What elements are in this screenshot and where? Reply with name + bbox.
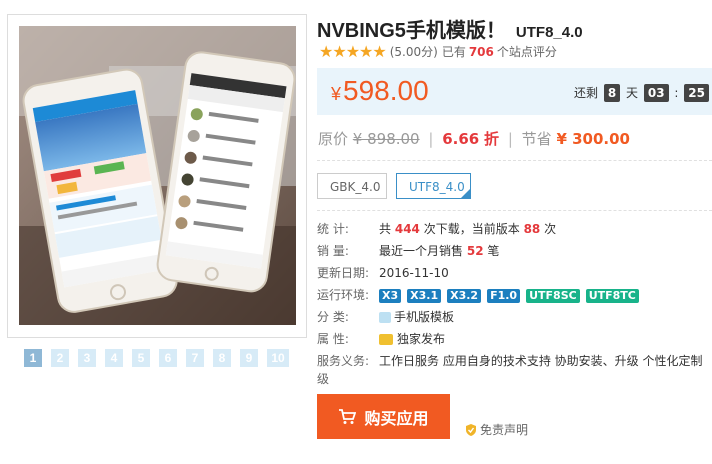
- save-label: 节省: [521, 130, 552, 148]
- stats-value: 共 444 次下载，当前版本 88 次: [379, 218, 556, 240]
- discount-value: 6.66: [442, 130, 480, 148]
- version-download-count: 88: [523, 222, 541, 236]
- price-compare-row: 原价 ¥ 898.00 | 6.66 折 | 节省 ¥ 300.00: [318, 128, 630, 149]
- orig-price-label: 原价: [318, 130, 349, 148]
- category-row: 分 类: 手机版模板: [317, 306, 712, 328]
- disclaimer-link[interactable]: 免责声明: [465, 421, 528, 438]
- stats-post: 次: [544, 222, 557, 236]
- tag-icon: [379, 312, 391, 323]
- env-tag-utf8sc[interactable]: UTF8SC: [526, 288, 580, 303]
- thumb-1[interactable]: 1: [24, 349, 42, 367]
- stats-row: 统 计: 共 444 次下载，当前版本 88 次: [317, 218, 712, 240]
- countdown-days-label: 天: [626, 86, 639, 100]
- separator: |: [428, 130, 434, 148]
- thumb-2[interactable]: 2: [51, 349, 69, 367]
- attribute-row: 属 性: 独家发布: [317, 328, 712, 350]
- product-title: NVBING5手机模版！ UTF8_4.0: [317, 14, 583, 43]
- buy-button-label: 购买应用: [364, 408, 429, 428]
- category-value: 手机版模板: [379, 306, 454, 328]
- updated-label: 更新日期:: [317, 266, 370, 280]
- attribute-text: 独家发布: [397, 332, 446, 346]
- product-title-text: NVBING5手机模版！: [317, 20, 506, 42]
- countdown-timer: 还剩 8 天 03 : 25 :: [574, 84, 712, 102]
- price-box: ¥598.00 还剩 8 天 03 : 25 :: [317, 68, 712, 115]
- countdown-colon-1: :: [674, 86, 679, 100]
- env-label: 运行环境:: [317, 288, 370, 302]
- product-photo[interactable]: [19, 26, 296, 325]
- cart-icon: [339, 408, 357, 424]
- sales-pre: 最近一个月销售: [379, 244, 464, 258]
- orig-price-value: ¥ 898.00: [352, 130, 420, 148]
- env-tag-x32[interactable]: X3.2: [447, 288, 482, 303]
- thumb-4[interactable]: 4: [105, 349, 123, 367]
- thumb-6[interactable]: 6: [159, 349, 177, 367]
- exclusive-icon: [379, 334, 393, 345]
- version-option-gbk[interactable]: GBK_4.0: [317, 173, 387, 199]
- save-value: ¥ 300.00: [556, 130, 630, 148]
- disclaimer-text: 免责声明: [480, 423, 529, 437]
- rating-sites-count: 706: [468, 44, 494, 59]
- download-count: 444: [394, 222, 420, 236]
- rating-score: (5.00分): [389, 45, 438, 59]
- service-row-wrap: 级: [317, 368, 712, 390]
- env-tag-x3[interactable]: X3: [379, 288, 402, 303]
- sales-row: 销 量: 最近一个月销售 52 笔: [317, 240, 712, 262]
- shield-icon: [466, 423, 476, 436]
- countdown-hours: 03: [643, 84, 669, 102]
- sales-value: 最近一个月销售 52 笔: [379, 240, 499, 262]
- separator: |: [507, 130, 513, 148]
- countdown-prefix: 还剩: [574, 86, 599, 100]
- rating-sites-prefix: 已有: [441, 45, 466, 59]
- version-option-utf8[interactable]: UTF8_4.0: [396, 173, 471, 199]
- attribute-value: 独家发布: [379, 328, 445, 350]
- env-tag-f10[interactable]: F1.0: [487, 288, 521, 303]
- thumb-3[interactable]: 3: [78, 349, 96, 367]
- phone-mockup-image: [19, 26, 296, 325]
- env-row: 运行环境: X3 X3.1 X3.2 F1.0 UTF8SC UTF8TC: [317, 284, 712, 306]
- updated-value: 2016-11-10: [379, 266, 449, 280]
- price-value: 598.00: [343, 75, 429, 106]
- thumb-5[interactable]: 5: [132, 349, 150, 367]
- star-rating-icon: ★★★★★: [319, 42, 387, 61]
- price-symbol: ¥: [331, 84, 342, 104]
- divider: [317, 210, 712, 212]
- rating-sites-suffix: 个站点评分: [496, 45, 557, 59]
- thumb-9[interactable]: 9: [240, 349, 258, 367]
- stats-pre: 共: [379, 222, 392, 236]
- category-link[interactable]: 手机版模板: [394, 310, 454, 324]
- current-price: ¥598.00: [331, 75, 429, 107]
- category-label: 分 类:: [317, 310, 349, 324]
- thumb-7[interactable]: 7: [186, 349, 204, 367]
- sales-label: 销 量:: [317, 244, 349, 258]
- thumb-8[interactable]: 8: [213, 349, 231, 367]
- sales-post: 笔: [487, 244, 500, 258]
- attribute-label: 属 性:: [317, 332, 349, 346]
- divider: [317, 160, 712, 162]
- rating-row: ★★★★★ (5.00分) 已有 706 个站点评分: [319, 42, 557, 61]
- countdown-minutes: 25: [684, 84, 709, 102]
- env-tags: X3 X3.1 X3.2 F1.0 UTF8SC UTF8TC: [379, 284, 645, 306]
- product-gallery: [7, 14, 307, 338]
- service-value-wrap: 级: [317, 372, 330, 386]
- buy-button[interactable]: 购买应用: [317, 394, 450, 439]
- stats-label: 统 计:: [317, 222, 349, 236]
- stats-mid: 次下载，当前版本: [423, 222, 520, 236]
- env-tag-utf8tc[interactable]: UTF8TC: [585, 288, 639, 303]
- discount-label: 折: [484, 130, 500, 148]
- env-tag-x31[interactable]: X3.1: [407, 288, 442, 303]
- updated-row: 更新日期: 2016-11-10: [317, 262, 712, 284]
- countdown-days: 8: [603, 84, 621, 102]
- product-title-tag: UTF8_4.0: [515, 24, 583, 41]
- sales-count: 52: [466, 244, 484, 258]
- thumb-10[interactable]: 10: [267, 349, 289, 367]
